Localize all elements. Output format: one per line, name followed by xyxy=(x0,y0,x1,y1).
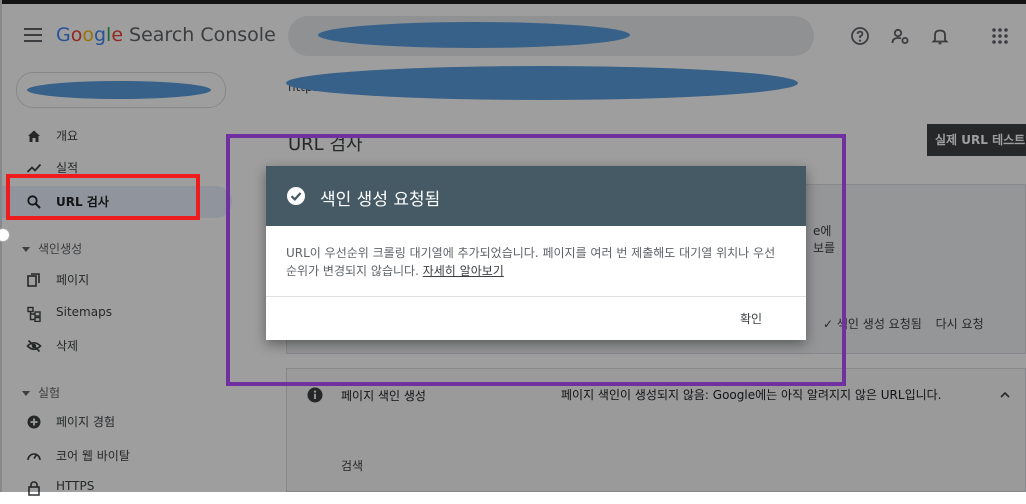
highlight-box-red xyxy=(6,174,200,220)
highlight-box-purple xyxy=(226,134,846,386)
